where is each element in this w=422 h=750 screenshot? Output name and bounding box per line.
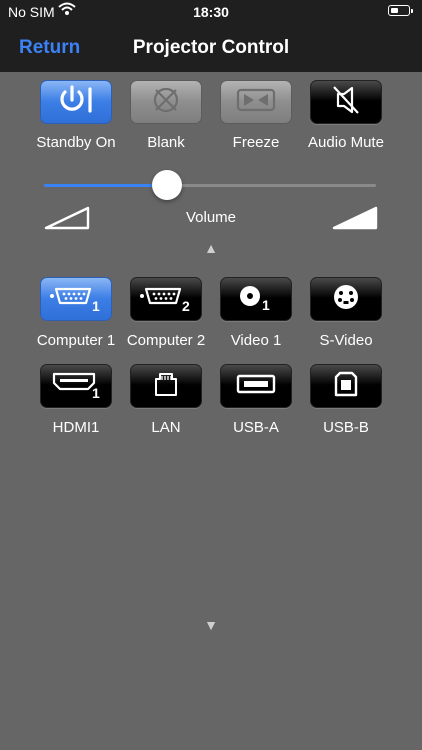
standby-on-button[interactable] [40,80,112,124]
s-video-label: S-Video [319,332,373,349]
audio-mute-label: Audio Mute [308,134,384,151]
audio-mute-button[interactable] [310,80,382,124]
power-icon [52,84,100,120]
blank-icon [148,85,184,120]
lan-label: LAN [151,419,181,436]
volume-slider[interactable] [44,170,376,200]
projector-control-screen: No SIM 18:30 Projector Control Return St… [0,0,422,750]
video-1-icon: 1 [232,281,280,318]
hdmi1-label: HDMI1 [52,419,100,436]
svideo-icon [329,281,363,318]
source-lan-button[interactable] [130,364,202,408]
clock: 18:30 [193,4,229,20]
scroll-up-arrow-icon[interactable]: ▲ [0,240,422,256]
source-usb-b-button[interactable] [310,364,382,408]
svg-text:2: 2 [182,298,190,313]
hdmi-icon: 1 [48,368,104,405]
scroll-down-arrow-icon[interactable]: ▼ [0,617,422,633]
video-1-label: Video 1 [230,332,282,349]
freeze-icon [235,85,277,120]
computer-2-label: Computer 2 [126,332,206,349]
blank-button[interactable] [130,80,202,124]
vga-1-icon: 1 [48,281,104,318]
source-usb-a-button[interactable] [220,364,292,408]
source-computer-1-button[interactable]: 1 [40,277,112,321]
source-computer-2-button[interactable]: 2 [130,277,202,321]
usb-b-icon [329,368,363,405]
volume-slider-thumb[interactable] [151,170,182,200]
audio-mute-icon [328,84,364,121]
top-bar: No SIM 18:30 Projector Control Return [0,0,422,72]
source-hdmi1-button[interactable]: 1 [40,364,112,408]
volume-label: Volume [185,209,237,226]
svg-text:1: 1 [92,385,100,400]
vga-2-icon: 2 [138,281,194,318]
svg-text:1: 1 [92,298,100,313]
standby-on-label: Standby On [36,134,116,151]
blank-label: Blank [147,134,185,151]
source-video-1-button[interactable]: 1 [220,277,292,321]
battery-icon [388,5,413,16]
svg-text:1: 1 [262,297,270,313]
return-button[interactable]: Return [19,37,80,59]
volume-slider-fill [44,184,167,187]
status-bar: No SIM 18:30 [0,0,422,24]
lan-icon [149,368,183,405]
usb-a-label: USB-A [233,419,279,436]
usb-b-label: USB-B [323,419,369,436]
freeze-button[interactable] [220,80,292,124]
usb-a-icon [233,368,279,405]
computer-1-label: Computer 1 [36,332,116,349]
freeze-label: Freeze [232,134,280,151]
source-s-video-button[interactable] [310,277,382,321]
